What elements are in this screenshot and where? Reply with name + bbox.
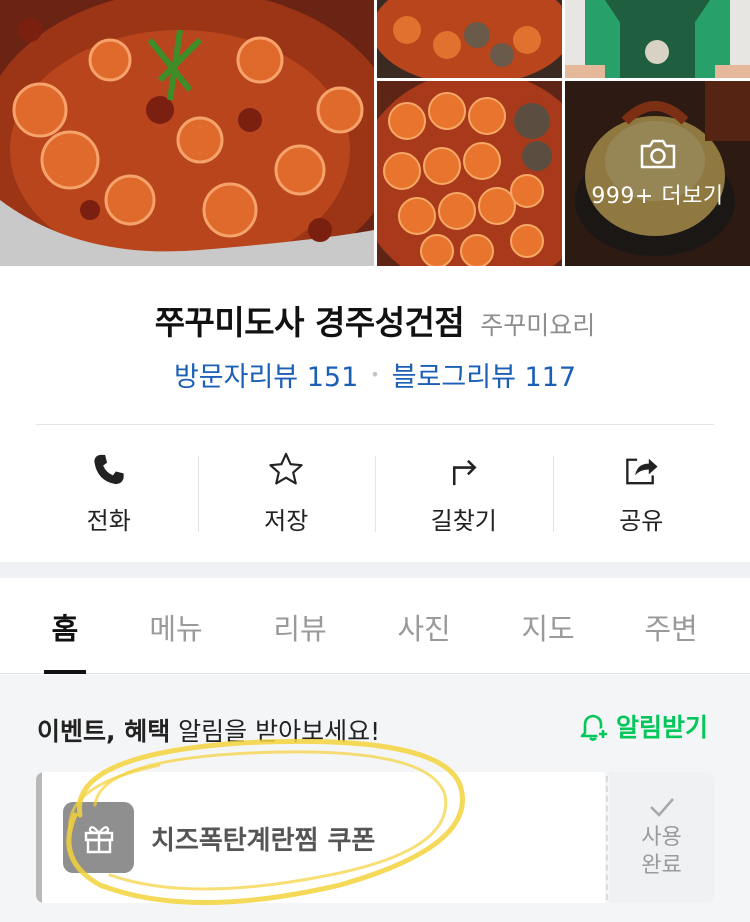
visitor-review-label: 방문자리뷰: [173, 362, 299, 393]
review-links: 방문자리뷰 151 • 블로그리뷰 117: [0, 355, 750, 394]
coupon-status-line2: 완료: [641, 852, 682, 878]
coupon-card[interactable]: 치즈폭탄계란찜 쿠폰: [36, 772, 605, 903]
more-photos-button[interactable]: 999+ 더보기: [565, 81, 750, 266]
phone-icon: [94, 454, 124, 485]
photo-gallery: 999+ 더보기: [0, 0, 750, 266]
tab-menu[interactable]: 메뉴: [149, 606, 202, 648]
visitor-review-link[interactable]: 방문자리뷰 151: [174, 355, 358, 394]
place-category: 주꾸미요리: [480, 311, 596, 340]
notice-title-rest: 알림을 받아보세요!: [170, 717, 381, 746]
bell-plus-icon: [580, 714, 609, 741]
share-button[interactable]: 공유: [552, 446, 731, 536]
place-title-row: 쭈꾸미도사 경주성건점 주꾸미요리: [0, 296, 750, 344]
action-bar: 전화 저장 길찾기 공유: [20, 446, 730, 536]
staff-photo[interactable]: [565, 0, 750, 78]
blog-review-label: 블로그리뷰: [391, 362, 516, 393]
subscribe-alert-button[interactable]: 알림받기: [578, 708, 708, 744]
section-gap: [0, 562, 750, 578]
share-label: 공유: [619, 507, 664, 535]
directions-icon: [452, 459, 477, 486]
directions-label: 길찾기: [430, 507, 497, 535]
camera-icon: [640, 139, 675, 168]
coupon-status-line1: 사용: [641, 825, 682, 850]
active-tab-indicator: [44, 670, 86, 674]
blog-review-link[interactable]: 블로그리뷰 117: [392, 355, 576, 394]
coupon-side-bar: [36, 772, 42, 903]
tab-bar: 홈 메뉴 리뷰 사진 지도 주변: [0, 578, 750, 674]
tab-photos[interactable]: 사진: [397, 606, 450, 648]
shrimp-photo[interactable]: [377, 81, 562, 266]
coupon-perforation: [606, 776, 608, 900]
tab-reviews[interactable]: 리뷰: [273, 606, 326, 648]
check-icon: [649, 798, 674, 817]
place-name: 쭈꾸미도사 경주성건점: [154, 303, 465, 342]
tab-nearby[interactable]: 주변: [644, 606, 697, 648]
directions-button[interactable]: 길찾기: [375, 446, 553, 536]
gift-icon-box: [63, 802, 134, 873]
main-food-photo[interactable]: [0, 0, 374, 266]
visitor-review-count: 151: [306, 362, 359, 393]
separator-dot: •: [370, 365, 380, 384]
blog-review-count: 117: [524, 362, 577, 393]
call-label: 전화: [86, 507, 131, 535]
notice-title: 이벤트, 혜택 알림을 받아보세요!: [37, 712, 380, 748]
subscribe-alert-label: 알림받기: [616, 713, 709, 742]
call-button[interactable]: 전화: [20, 446, 198, 536]
tab-home[interactable]: 홈: [52, 606, 79, 648]
more-photos-label: 999+ 더보기: [591, 183, 724, 209]
notice-title-bold: 이벤트, 혜택: [37, 717, 171, 746]
coupon-status-button[interactable]: 사용 완료: [609, 772, 714, 903]
food-photo-2[interactable]: [377, 0, 562, 78]
star-icon: [269, 452, 303, 485]
tab-map[interactable]: 지도: [521, 606, 574, 648]
share-icon: [626, 458, 658, 485]
coupon-name: 치즈폭탄계란찜 쿠폰: [151, 826, 376, 856]
divider: [36, 424, 714, 425]
save-label: 저장: [264, 507, 309, 535]
gift-icon: [84, 825, 113, 853]
save-button[interactable]: 저장: [197, 446, 376, 536]
